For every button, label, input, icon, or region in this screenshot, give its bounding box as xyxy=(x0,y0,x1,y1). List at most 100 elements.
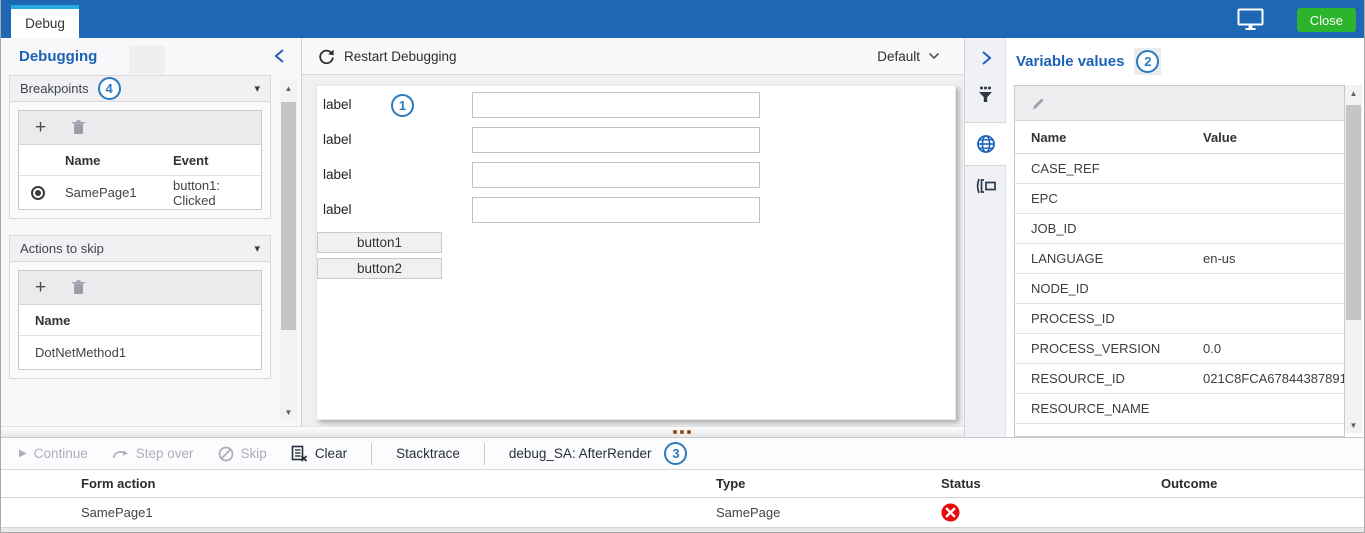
debug-context-label: debug_SA: AfterRender xyxy=(509,446,652,461)
variable-name: LANGUAGE xyxy=(1031,251,1203,266)
refresh-icon xyxy=(318,48,335,65)
breakpoint-event: button1: Clicked xyxy=(173,178,261,208)
preview-toolbar: Restart Debugging Default xyxy=(302,38,964,75)
preset-dropdown[interactable]: Default xyxy=(877,49,948,64)
chevron-down-icon[interactable]: ▾ xyxy=(254,82,260,95)
scroll-down-icon[interactable]: ▼ xyxy=(1345,417,1362,433)
actions-to-skip-header[interactable]: Actions to skip ▾ xyxy=(10,236,270,262)
debugging-panel-title: Debugging xyxy=(19,48,97,65)
actions-to-skip-header-row: Name xyxy=(19,305,261,335)
debugging-panel: Debugging Breakpoints 4 ▾ + xyxy=(1,38,302,437)
skip-action-name: DotNetMethod1 xyxy=(35,345,126,360)
variable-name: EPC xyxy=(1031,191,1203,206)
step-over-button[interactable]: Step over xyxy=(112,446,194,461)
edit-variable-icon[interactable] xyxy=(1031,96,1046,111)
clear-label: Clear xyxy=(315,446,347,461)
collapse-panel-icon[interactable] xyxy=(274,48,285,64)
variable-value: en-us xyxy=(1203,251,1344,266)
breakpoints-title: Breakpoints xyxy=(20,81,89,96)
form-label: label xyxy=(323,197,472,223)
variable-row[interactable]: EPC xyxy=(1015,184,1344,214)
breakpoints-section-header[interactable]: Breakpoints 4 ▾ xyxy=(10,76,270,102)
breakpoints-section: Breakpoints 4 ▾ + xyxy=(9,75,271,219)
scroll-down-icon[interactable]: ▼ xyxy=(280,404,297,420)
preset-dropdown-label: Default xyxy=(877,49,920,64)
form-label: label xyxy=(323,162,472,188)
expand-panel-icon[interactable] xyxy=(965,50,1007,66)
breakpoints-toolbar: + xyxy=(19,111,261,145)
add-breakpoint-button[interactable]: + xyxy=(35,118,46,137)
left-panel-sections: Breakpoints 4 ▾ + xyxy=(9,75,271,395)
form-input[interactable] xyxy=(472,127,760,153)
redacted-area xyxy=(129,46,165,74)
restart-debugging-button[interactable]: Restart Debugging xyxy=(318,48,457,65)
toolbar-separator xyxy=(371,443,372,465)
clear-button[interactable]: Clear xyxy=(291,445,347,462)
add-skip-action-button[interactable]: + xyxy=(35,278,46,297)
variable-row[interactable]: PROCESS_VERSION 0.0 xyxy=(1015,334,1344,364)
breakpoint-row[interactable]: SamePage1 button1: Clicked xyxy=(19,175,261,209)
skip-button[interactable]: Skip xyxy=(218,446,267,462)
form-button2[interactable]: button2 xyxy=(317,258,442,279)
form-actions-table: Form action Type Status Outcome SamePage… xyxy=(1,470,1364,527)
variable-row[interactable]: RESOURCE_ID 021C8FCA678443878912C... xyxy=(1015,364,1344,394)
callout-1: 1 xyxy=(391,94,414,117)
splitter-handle-icon[interactable] xyxy=(673,430,691,434)
variable-row[interactable]: LANGUAGE en-us xyxy=(1015,244,1344,274)
form-canvas-area: 1 label label label label xyxy=(302,75,964,437)
breakpoints-col-event: Event xyxy=(173,153,261,168)
monitor-icon[interactable] xyxy=(1237,8,1264,31)
callout-3: 3 xyxy=(664,442,687,465)
form-input[interactable] xyxy=(472,162,760,188)
breakpoints-header-row: Name Event xyxy=(19,145,261,175)
restart-debugging-label: Restart Debugging xyxy=(344,49,457,64)
variable-row[interactable]: JOB_ID xyxy=(1015,214,1344,244)
horizontal-splitter[interactable] xyxy=(1,426,964,437)
skip-action-row[interactable]: DotNetMethod1 xyxy=(19,335,261,369)
chevron-down-icon[interactable]: ▾ xyxy=(254,242,260,255)
filter-icon[interactable] xyxy=(965,86,1006,104)
close-button[interactable]: Close xyxy=(1297,8,1356,32)
form-action-row[interactable]: SamePage1 SamePage xyxy=(1,498,1364,527)
variable-row[interactable]: RESOURCE_NAME xyxy=(1015,394,1344,424)
scrollbar-thumb[interactable] xyxy=(281,102,296,330)
delete-skip-action-icon[interactable] xyxy=(72,280,85,295)
variable-values-title: Variable values xyxy=(1016,53,1124,70)
callout-4: 4 xyxy=(98,77,121,100)
callout-2: 2 xyxy=(1136,50,1159,73)
delete-breakpoint-icon[interactable] xyxy=(72,120,85,135)
variables-toolbar xyxy=(1015,86,1344,121)
scroll-up-icon[interactable]: ▲ xyxy=(280,80,297,96)
variable-row[interactable]: PROCESS_ID xyxy=(1015,304,1344,334)
play-icon: ▶ xyxy=(19,448,27,459)
breakpoints-col-name: Name xyxy=(65,153,173,168)
breakpoint-name: SamePage1 xyxy=(65,185,173,200)
variables-header-row: Name Value xyxy=(1015,121,1344,154)
globe-icon[interactable] xyxy=(965,122,1007,166)
top-bar: Debug Close xyxy=(1,0,1364,38)
variable-row[interactable]: CASE_REF xyxy=(1015,154,1344,184)
form-action-name: SamePage1 xyxy=(81,505,716,520)
form-input[interactable] xyxy=(472,92,760,118)
preview-panel: Restart Debugging Default 1 label label xyxy=(302,38,964,437)
scroll-up-icon[interactable]: ▲ xyxy=(1345,85,1362,101)
form-input[interactable] xyxy=(472,197,760,223)
variables-scrollbar[interactable]: ▲ ▼ xyxy=(1345,85,1362,433)
scrollbar-thumb[interactable] xyxy=(1346,105,1361,320)
stacktrace-button[interactable]: Stacktrace xyxy=(396,446,460,461)
actions-to-skip-body: + Name xyxy=(10,262,270,378)
breakpoint-radio[interactable] xyxy=(31,186,45,200)
close-button-label: Close xyxy=(1310,13,1343,28)
variable-name: RESOURCE_ID xyxy=(1031,371,1203,386)
variable-name: PROCESS_VERSION xyxy=(1031,341,1203,356)
col-type: Type xyxy=(716,476,941,491)
continue-button[interactable]: ▶ Continue xyxy=(19,446,88,461)
tab-debug[interactable]: Debug xyxy=(11,5,79,38)
col-form-action: Form action xyxy=(81,476,716,491)
form-button1[interactable]: button1 xyxy=(317,232,442,253)
brackets-icon[interactable] xyxy=(965,178,1006,194)
left-panel-scrollbar[interactable]: ▲ ▼ xyxy=(280,80,297,420)
form-canvas: 1 label label label label xyxy=(316,85,956,420)
actions-to-skip-title: Actions to skip xyxy=(20,241,104,256)
variable-row[interactable]: NODE_ID xyxy=(1015,274,1344,304)
